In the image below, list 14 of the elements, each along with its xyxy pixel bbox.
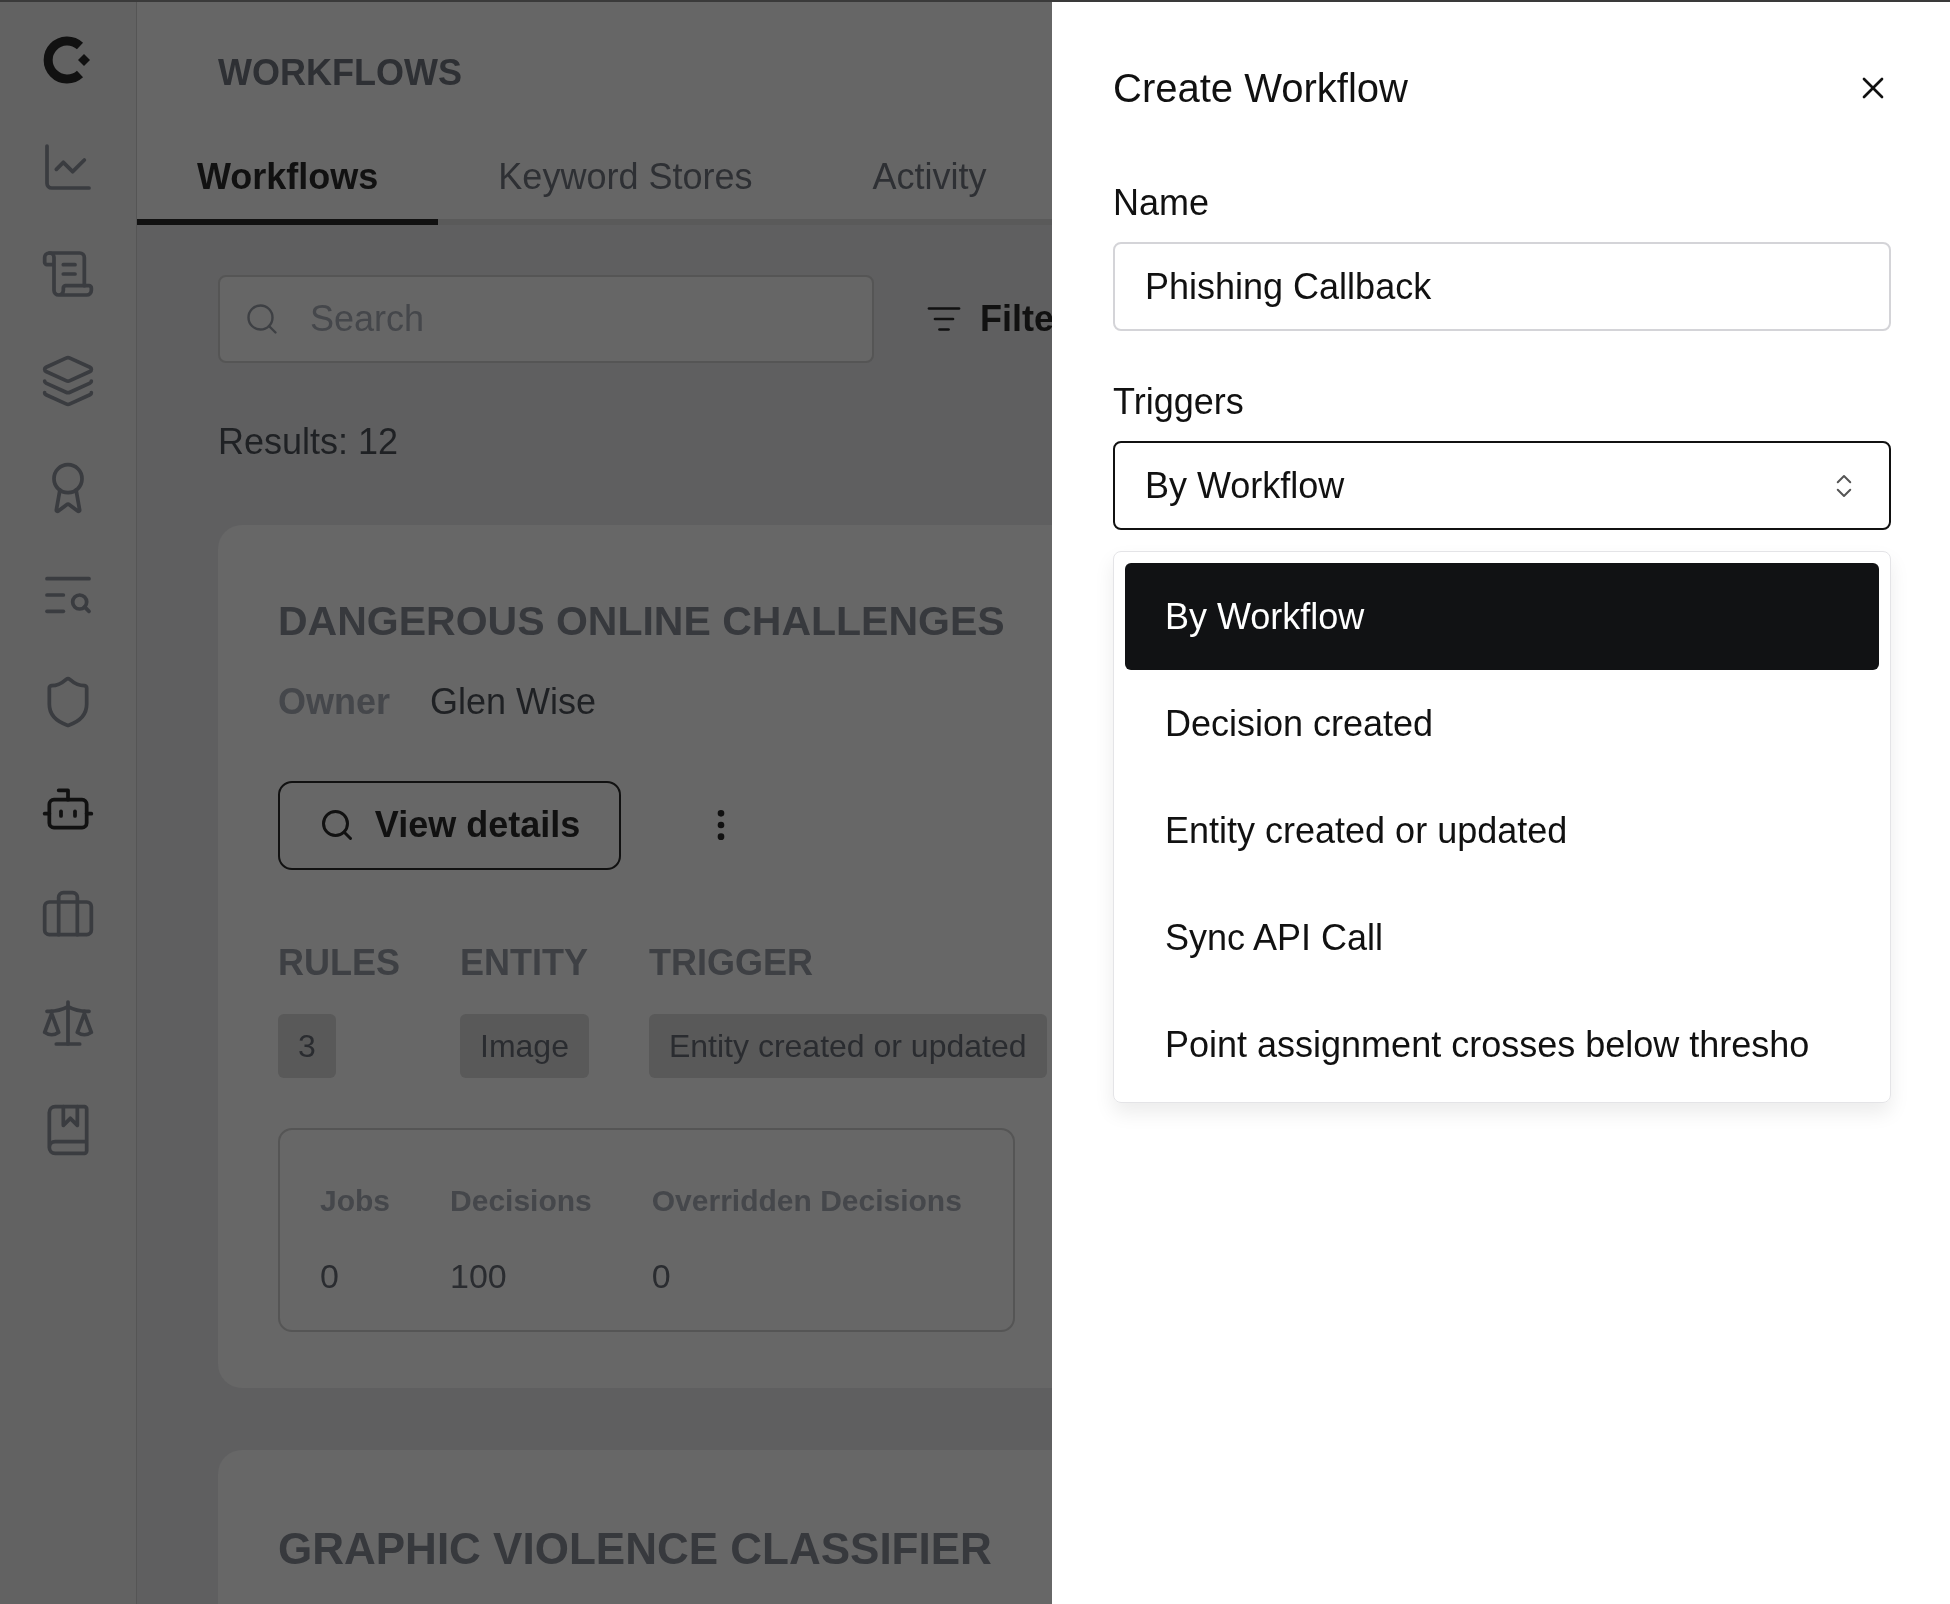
triggers-label: Triggers — [1113, 380, 1245, 424]
layers-icon[interactable] — [40, 353, 96, 409]
panel-title: Create Workflow — [1113, 65, 1408, 112]
owner-name: Glen Wise — [430, 679, 597, 724]
triggers-select[interactable]: By Workflow — [1113, 441, 1891, 530]
results-count: Results: 12 — [218, 420, 400, 464]
name-input-field[interactable]: Phishing Callback — [1113, 242, 1891, 331]
stat-value: 100 — [450, 1255, 508, 1297]
name-label: Name — [1113, 181, 1211, 225]
stat-value: 0 — [320, 1255, 340, 1297]
search-icon — [244, 301, 280, 337]
stat-value: 0 — [651, 1255, 672, 1297]
page-title: WORKFLOWS — [217, 51, 463, 95]
trigger-option[interactable]: By Workflow — [1125, 563, 1879, 670]
